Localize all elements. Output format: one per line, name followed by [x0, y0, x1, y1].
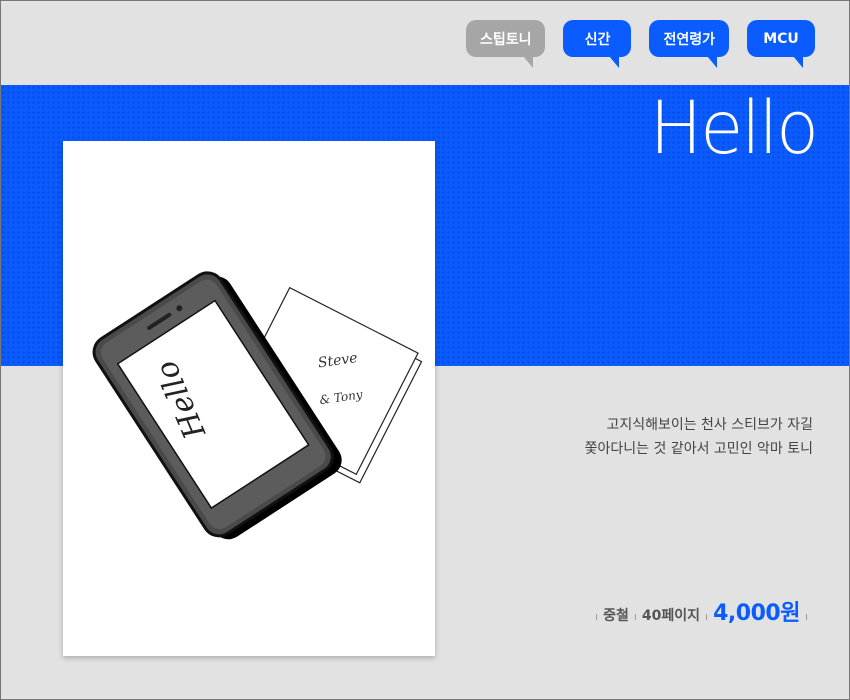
page-count: 40페이지: [641, 608, 701, 624]
separator: ı: [595, 610, 599, 623]
book-cover: Steve & Tony Hello: [63, 141, 435, 656]
price: 4,000원: [713, 601, 800, 626]
tag-steve-tony[interactable]: 스팁토니: [465, 20, 546, 68]
tag-label: 전연령가: [663, 31, 715, 48]
book-meta: ı 중철 ı 40페이지 ı 4,000원 ı: [590, 595, 813, 627]
tag-new-release[interactable]: 신간: [563, 20, 632, 68]
tag-label: 스팁토니: [479, 31, 532, 48]
tag-label: 신간: [584, 31, 611, 48]
tag-mcu[interactable]: MCU: [747, 20, 815, 68]
hero-title: Hello: [649, 84, 819, 172]
product-page: 스팁토니 신간 전연령가 MCU Hello Steve & Tony Hell…: [0, 0, 850, 700]
book-description: 고지식해보이는 천사 스티브가 자길 쫓아다니는 것 같아서 고민인 악마 토니: [585, 413, 813, 461]
description-line-2: 쫓아다니는 것 같아서 고민인 악마 토니: [584, 441, 813, 457]
tag-all-ages[interactable]: 전연령가: [649, 20, 729, 68]
separator: ı: [705, 610, 709, 623]
separator: ı: [804, 610, 808, 623]
tag-list: 스팁토니 신간 전연령가 MCU: [465, 20, 815, 68]
tag-label: MCU: [763, 30, 799, 47]
binding-type: 중철: [603, 608, 629, 624]
separator: ı: [633, 610, 637, 623]
description-line-1: 고지식해보이는 천사 스티브가 자길: [606, 417, 813, 433]
cover-illustration: Steve & Tony Hello: [92, 271, 423, 540]
